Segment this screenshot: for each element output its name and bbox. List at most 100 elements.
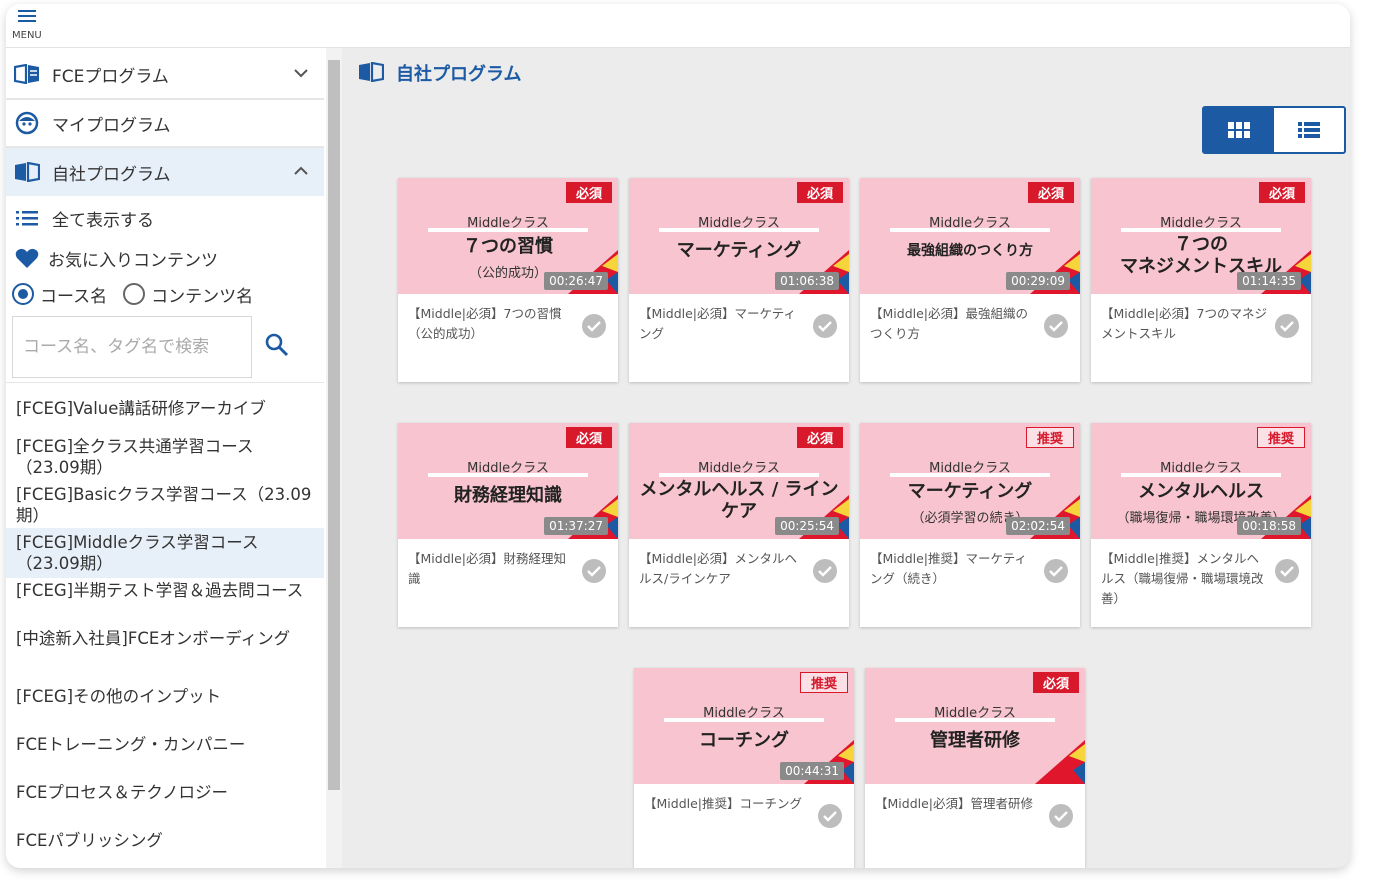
chevron-up-icon xyxy=(294,164,308,180)
scrollbar-thumb[interactable] xyxy=(328,60,340,790)
card-thumbnail[interactable]: 必須 Middleクラス ７つの習慣 （公的成功） 00:26:47 xyxy=(398,178,618,294)
course-card[interactable]: 必須 Middleクラス メンタルヘルス / ラインケア 00:25:54 【M… xyxy=(629,423,849,627)
favorites-label: お気に入りコンテンツ xyxy=(48,250,218,271)
course-card[interactable]: 必須 Middleクラス 最強組織のつくり方 00:29:09 【Middle|… xyxy=(860,178,1080,382)
grid-view-icon xyxy=(1228,122,1250,138)
book-icon xyxy=(358,61,386,84)
card-thumbnail[interactable]: 必須 Middleクラス ７つの マネジメントスキル 01:14:35 xyxy=(1091,178,1311,294)
menu-label: MENU xyxy=(12,30,42,41)
card-description: 【Middle|推奨】マーケティング（続き） xyxy=(870,551,1028,586)
check-icon[interactable] xyxy=(813,559,837,583)
face-icon xyxy=(14,111,40,135)
course-card[interactable]: 推奨 Middleクラス メンタルヘルス （職場復帰・職場環境改善） 00:18… xyxy=(1091,423,1311,627)
page-title: 自社プログラム xyxy=(358,60,521,86)
search-input[interactable] xyxy=(23,337,251,357)
card-duration: 00:18:58 xyxy=(1237,517,1301,535)
course-item[interactable]: FCEプロセス＆テクノロジー xyxy=(6,782,324,803)
card-badge: 必須 xyxy=(1027,182,1074,203)
card-description: 【Middle|必須】7つの習慣（公的成功） xyxy=(408,306,562,341)
card-description: 【Middle|必須】最強組織のつくり方 xyxy=(870,306,1029,341)
favorites-link[interactable]: お気に入りコンテンツ xyxy=(6,240,324,276)
main-content: 自社プログラム 必須 Middleクラス ７つの習慣 （公的成功） 00:26:… xyxy=(344,48,1350,868)
search-mode-radios: コース名 コンテンツ名 xyxy=(6,278,324,310)
check-icon[interactable] xyxy=(582,559,606,583)
course-item[interactable]: [FCEG]半期テスト学習＆過去問コース xyxy=(6,580,324,601)
card-thumbnail[interactable]: 必須 Middleクラス メンタルヘルス / ラインケア 00:25:54 xyxy=(629,423,849,539)
card-duration: 00:29:09 xyxy=(1006,272,1070,290)
menu-icon xyxy=(18,10,36,25)
decorative-bar xyxy=(1121,473,1281,477)
card-description: 【Middle|必須】財務経理知識 xyxy=(408,551,567,586)
list-view-button[interactable] xyxy=(1274,108,1344,152)
card-badge: 必須 xyxy=(796,427,843,448)
check-icon[interactable] xyxy=(813,314,837,338)
page-title-text: 自社プログラム xyxy=(396,64,522,85)
card-duration: 01:37:27 xyxy=(544,517,608,535)
card-thumbnail[interactable]: 必須 Middleクラス マーケティング 01:06:38 xyxy=(629,178,849,294)
book-icon xyxy=(14,161,40,183)
menu-button[interactable]: MENU xyxy=(10,6,50,46)
card-description: 【Middle|推奨】メンタルヘルス（職場復帰・職場環境改善） xyxy=(1101,551,1264,606)
card-description: 【Middle|必須】マーケティング xyxy=(639,306,797,341)
course-card[interactable]: 必須 Middleクラス ７つの習慣 （公的成功） 00:26:47 【Midd… xyxy=(398,178,618,382)
card-badge: 必須 xyxy=(796,182,843,203)
card-badge: 必須 xyxy=(565,427,612,448)
course-item-selected[interactable]: [FCEG]Middleクラス学習コース（23.09期） xyxy=(6,528,324,578)
radio-course-label: コース名 xyxy=(40,286,108,307)
course-card[interactable]: 推奨 Middleクラス コーチング 00:44:31 【Middle|推奨】コ… xyxy=(634,668,854,868)
radio-content-name[interactable] xyxy=(123,283,146,305)
chevron-down-icon xyxy=(294,66,308,82)
heart-icon xyxy=(14,247,40,269)
course-item[interactable]: [中途新入社員]FCEオンボーディング xyxy=(6,628,324,649)
list-icon xyxy=(14,207,40,229)
course-item[interactable]: [FCEG]その他のインプット xyxy=(6,686,324,707)
sidebar-item-my-program[interactable]: マイプログラム xyxy=(6,100,324,146)
card-duration: 00:26:47 xyxy=(544,272,608,290)
show-all-label: 全て表示する xyxy=(52,210,154,231)
course-card[interactable]: 必須 Middleクラス 管理者研修 【Middle|必須】管理者研修 xyxy=(865,668,1085,868)
check-icon[interactable] xyxy=(1275,314,1299,338)
course-card[interactable]: 必須 Middleクラス マーケティング 01:06:38 【Middle|必須… xyxy=(629,178,849,382)
check-icon[interactable] xyxy=(1275,559,1299,583)
card-thumbnail[interactable]: 推奨 Middleクラス メンタルヘルス （職場復帰・職場環境改善） 00:18… xyxy=(1091,423,1311,539)
card-badge: 必須 xyxy=(1032,672,1079,693)
sidebar-scrollbar[interactable] xyxy=(326,48,342,868)
view-toggle xyxy=(1202,106,1346,154)
course-item[interactable]: [FCEG]Basicクラス学習コース（23.09期） xyxy=(6,484,324,526)
course-item[interactable]: FCEパブリッシング xyxy=(6,830,324,851)
list-view-icon xyxy=(1298,122,1320,138)
card-duration: 00:25:54 xyxy=(775,517,839,535)
card-thumbnail[interactable]: 推奨 Middleクラス コーチング 00:44:31 xyxy=(634,668,854,784)
search-icon[interactable] xyxy=(264,332,292,360)
card-badge: 推奨 xyxy=(799,672,848,693)
course-item[interactable]: FCEトレーニング・カンパニー xyxy=(6,734,324,755)
course-item[interactable]: [FCEG]全クラス共通学習コース（23.09期） xyxy=(6,436,324,478)
check-icon[interactable] xyxy=(1049,804,1073,828)
decorative-bar xyxy=(428,228,588,232)
card-thumbnail[interactable]: 推奨 Middleクラス マーケティング （必須学習の続き） 02:02:54 xyxy=(860,423,1080,539)
sidebar-item-company-program[interactable]: 自社プログラム xyxy=(6,148,324,196)
card-thumbnail[interactable]: 必須 Middleクラス 最強組織のつくり方 00:29:09 xyxy=(860,178,1080,294)
check-icon[interactable] xyxy=(1044,314,1068,338)
decorative-bar xyxy=(428,473,588,477)
card-thumbnail[interactable]: 必須 Middleクラス 管理者研修 xyxy=(865,668,1085,784)
check-icon[interactable] xyxy=(818,804,842,828)
decorative-bar xyxy=(659,228,819,232)
radio-course-name[interactable] xyxy=(12,283,34,305)
decorative-corner xyxy=(1035,740,1085,784)
card-badge: 必須 xyxy=(1258,182,1305,203)
check-icon[interactable] xyxy=(1044,559,1068,583)
grid-view-button[interactable] xyxy=(1204,108,1274,152)
check-icon[interactable] xyxy=(582,314,606,338)
course-card[interactable]: 必須 Middleクラス ７つの マネジメントスキル 01:14:35 【Mid… xyxy=(1091,178,1311,382)
show-all-link[interactable]: 全て表示する xyxy=(6,200,324,236)
card-badge: 推奨 xyxy=(1256,427,1305,448)
decorative-bar xyxy=(890,473,1050,477)
course-card[interactable]: 必須 Middleクラス 財務経理知識 01:37:27 【Middle|必須】… xyxy=(398,423,618,627)
card-badge: 推奨 xyxy=(1025,427,1074,448)
sidebar-item-fce-program[interactable]: FCEプログラム xyxy=(6,50,324,98)
card-thumbnail[interactable]: 必須 Middleクラス 財務経理知識 01:37:27 xyxy=(398,423,618,539)
course-card[interactable]: 推奨 Middleクラス マーケティング （必須学習の続き） 02:02:54 … xyxy=(860,423,1080,627)
course-item[interactable]: [FCEG]Value講話研修アーカイブ xyxy=(6,398,324,419)
card-description: 【Middle|必須】メンタルヘルス/ラインケア xyxy=(639,551,798,586)
